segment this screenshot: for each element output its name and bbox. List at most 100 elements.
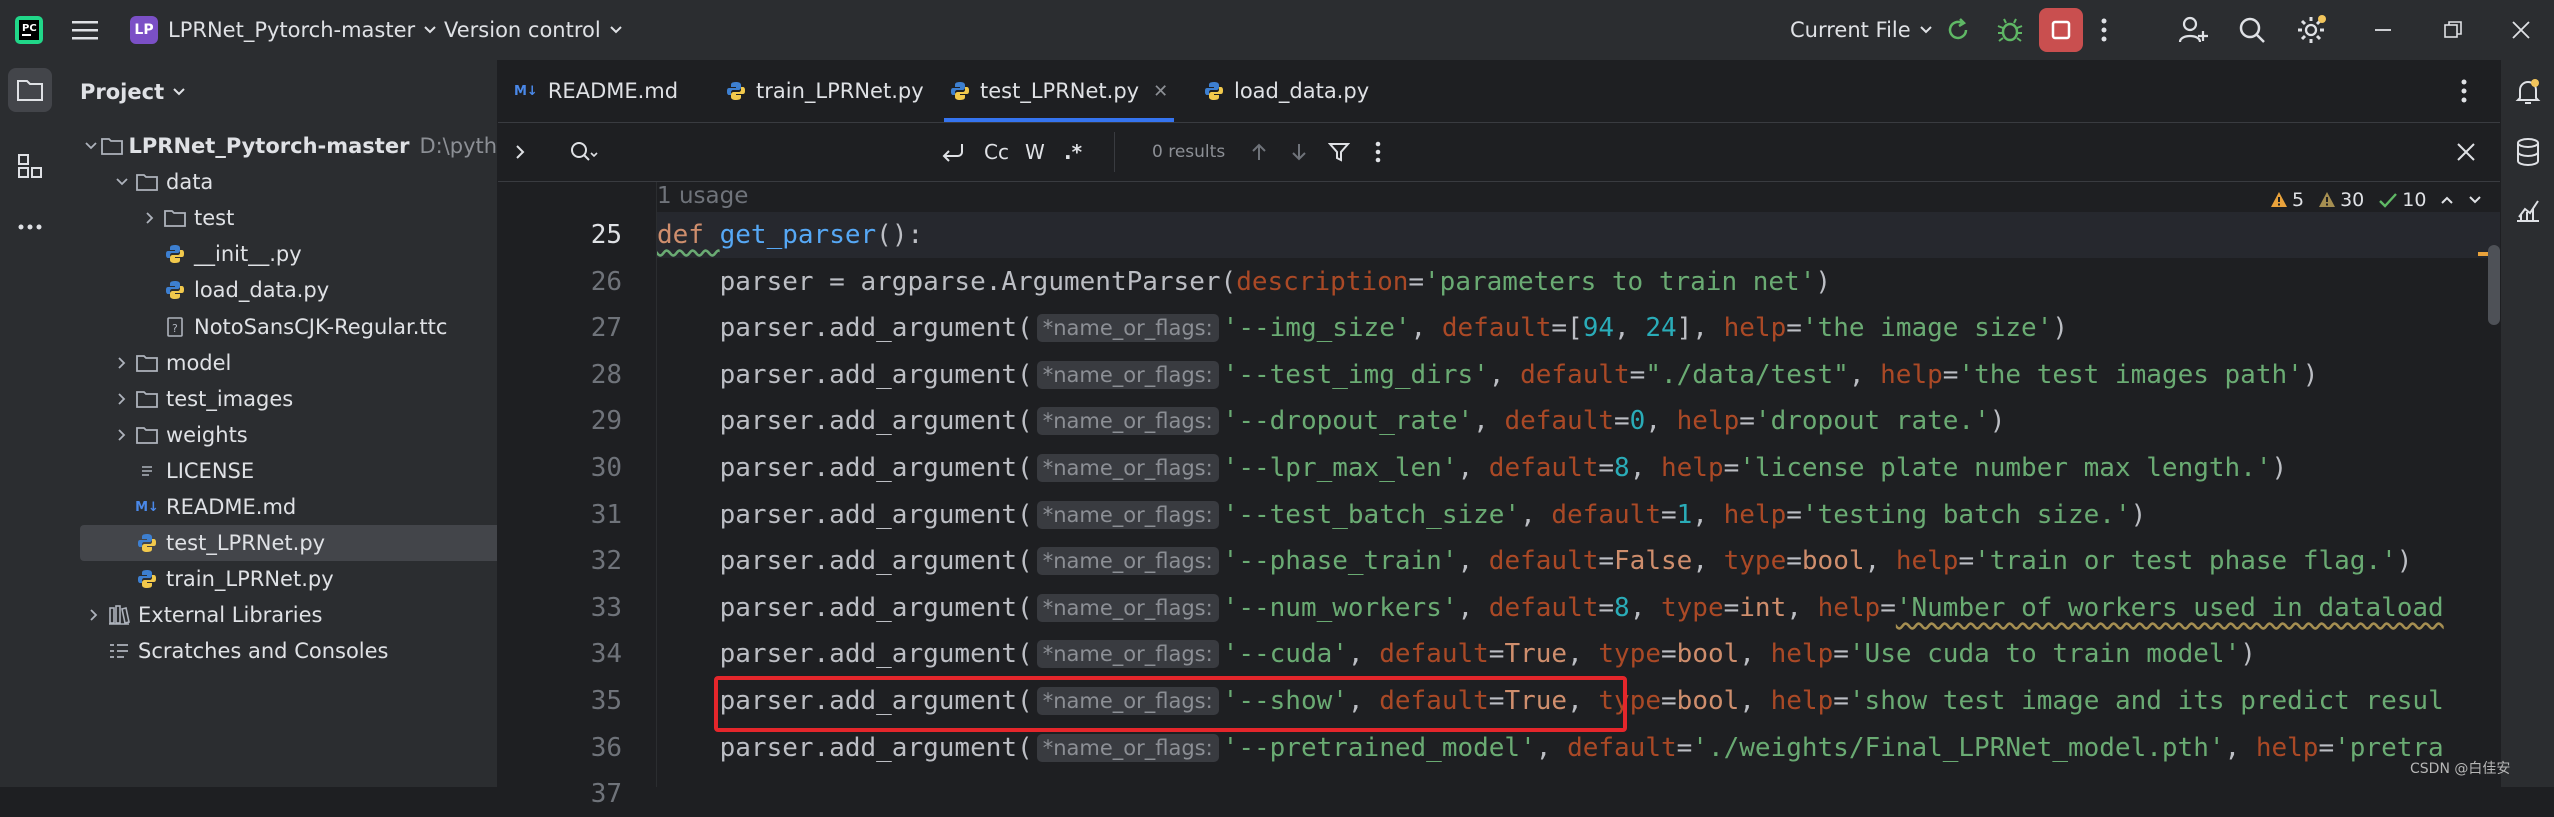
tree-item[interactable]: model bbox=[78, 345, 497, 381]
editor-scrollbar[interactable] bbox=[2488, 245, 2500, 325]
usage-hint[interactable]: 1 usage bbox=[657, 182, 748, 210]
code-line[interactable]: parser = argparse.ArgumentParser(descrip… bbox=[657, 259, 1831, 305]
chevron-down-icon[interactable] bbox=[110, 177, 134, 187]
code-token: ) bbox=[2396, 546, 2413, 577]
code-line[interactable]: parser.add_argument(*name_or_flags: '--dr… bbox=[657, 398, 2006, 444]
line-number[interactable]: 37 bbox=[591, 771, 622, 817]
debug-button[interactable] bbox=[1996, 0, 2024, 60]
tree-item[interactable]: LPRNet_Pytorch-master D:\python\L bbox=[78, 128, 497, 164]
tree-item[interactable]: Scratches and Consoles bbox=[78, 633, 497, 669]
project-switcher[interactable]: LP LPRNet_Pytorch-master bbox=[130, 0, 437, 60]
code-token: , bbox=[1629, 592, 1661, 623]
chevron-down-icon bbox=[609, 26, 622, 34]
line-number[interactable]: 34 bbox=[591, 631, 622, 677]
previous-occurrence-button[interactable] bbox=[1250, 123, 1268, 181]
more-actions-button[interactable] bbox=[2100, 0, 2108, 60]
code-line[interactable]: def get_parser (): bbox=[657, 212, 923, 258]
project-panel-header[interactable]: Project bbox=[80, 60, 186, 124]
line-number[interactable]: 31 bbox=[591, 492, 622, 538]
chevron-down-icon[interactable] bbox=[82, 141, 101, 151]
tab-readme-md[interactable]: M↓ README.md bbox=[508, 60, 684, 122]
run-config-selector[interactable]: Current File bbox=[1790, 0, 1933, 60]
inspections-widget[interactable]: 5 30 10 bbox=[2270, 182, 2496, 218]
code-line[interactable]: parser.add_argument(*name_or_flags: '--nu… bbox=[657, 585, 2444, 631]
arrow-up-icon bbox=[1252, 143, 1266, 160]
code-token: = bbox=[1598, 592, 1615, 623]
code-token: parser.add_argument( bbox=[657, 453, 1033, 483]
warning-icon bbox=[2271, 192, 2287, 207]
match-case-button[interactable]: Cc bbox=[984, 123, 1009, 181]
tree-item[interactable]: test_LPRNet.py bbox=[80, 525, 497, 562]
tab-train-lprnet-py[interactable]: train_LPRNet.py bbox=[720, 60, 930, 122]
current-line-highlight bbox=[657, 212, 2500, 258]
tree-item[interactable]: test_images bbox=[78, 381, 497, 417]
chevron-right-icon[interactable] bbox=[110, 356, 134, 370]
settings-button[interactable] bbox=[2296, 0, 2328, 60]
rerun-button[interactable] bbox=[1944, 0, 1972, 60]
tree-item[interactable]: ? NotoSansCJK-Regular.ttc bbox=[78, 309, 497, 345]
tab-test-lprnet-py[interactable]: test_LPRNet.py ✕ bbox=[944, 60, 1175, 122]
regex-button[interactable]: .* bbox=[1064, 123, 1082, 181]
code-token: parser.add_argument( bbox=[657, 359, 1033, 390]
expand-replace-button[interactable] bbox=[514, 123, 526, 181]
chevron-right-icon[interactable] bbox=[110, 428, 134, 442]
tree-item[interactable]: __init__.py bbox=[78, 236, 497, 272]
project-tool-button[interactable] bbox=[8, 68, 52, 112]
close-tab-icon[interactable]: ✕ bbox=[1153, 81, 1168, 102]
code-line[interactable]: parser.add_argument(*name_or_flags: '--ph… bbox=[657, 538, 2413, 584]
tree-item[interactable]: External Libraries bbox=[78, 597, 497, 633]
restore-button[interactable] bbox=[2444, 0, 2462, 60]
close-window-button[interactable] bbox=[2512, 0, 2530, 60]
line-number[interactable]: 36 bbox=[591, 725, 622, 771]
tree-item[interactable]: test bbox=[78, 200, 497, 236]
chevron-right-icon[interactable] bbox=[110, 392, 134, 406]
line-number[interactable]: 25 bbox=[591, 212, 622, 258]
tree-item[interactable]: M↓ README.md bbox=[78, 489, 497, 525]
minimize-button[interactable] bbox=[2374, 0, 2392, 60]
line-number[interactable]: 30 bbox=[591, 445, 622, 491]
line-number-gutter: 25 26 27 28 29 30 31 32 33 34 35 36 37 bbox=[498, 182, 657, 809]
line-number[interactable]: 26 bbox=[591, 259, 622, 305]
search-everywhere-button[interactable] bbox=[2238, 0, 2266, 60]
whole-words-button[interactable]: W bbox=[1025, 123, 1045, 181]
code-line[interactable]: parser.add_argument(*name_or_flags: '--te… bbox=[657, 492, 2147, 538]
database-button[interactable] bbox=[2506, 130, 2550, 174]
previous-problem-button[interactable] bbox=[2440, 195, 2454, 205]
preserve-newlines-button[interactable] bbox=[940, 123, 966, 181]
tab-options-button[interactable] bbox=[2460, 60, 2468, 122]
line-number[interactable]: 27 bbox=[591, 305, 622, 351]
chevron-right-icon[interactable] bbox=[138, 211, 162, 225]
more-tools-button[interactable] bbox=[8, 205, 52, 249]
code-line[interactable]: parser.add_argument(*name_or_flags: '--lp… bbox=[657, 445, 2288, 491]
line-number[interactable]: 29 bbox=[591, 398, 622, 444]
next-problem-button[interactable] bbox=[2468, 195, 2482, 205]
main-menu-button[interactable] bbox=[72, 0, 98, 60]
line-number[interactable]: 33 bbox=[591, 585, 622, 631]
app-logo-icon[interactable]: PC bbox=[14, 0, 44, 60]
search-options-button[interactable] bbox=[1374, 123, 1382, 181]
structure-tool-button[interactable] bbox=[8, 144, 52, 188]
version-control-menu[interactable]: Version control bbox=[444, 0, 623, 60]
tree-item[interactable]: train_LPRNet.py bbox=[78, 561, 497, 597]
next-occurrence-button[interactable] bbox=[1290, 123, 1308, 181]
notifications-button[interactable] bbox=[2506, 70, 2550, 114]
tree-item[interactable]: weights bbox=[78, 417, 497, 453]
search-results-count: 0 results bbox=[1152, 142, 1226, 162]
code-with-me-button[interactable] bbox=[2178, 0, 2208, 60]
tree-item-label: train_LPRNet.py bbox=[166, 567, 334, 592]
filter-button[interactable] bbox=[1328, 123, 1350, 181]
code-line[interactable]: parser.add_argument(*name_or_flags: '--te… bbox=[657, 352, 2319, 398]
tree-item[interactable]: LICENSE bbox=[78, 453, 497, 489]
sciview-button[interactable] bbox=[2506, 188, 2550, 232]
stop-button[interactable] bbox=[2039, 0, 2083, 60]
tree-item[interactable]: data bbox=[78, 164, 497, 200]
line-number[interactable]: 32 bbox=[591, 538, 622, 584]
chevron-right-icon[interactable] bbox=[82, 608, 106, 622]
code-line[interactable]: parser.add_argument(*name_or_flags: '--im… bbox=[657, 305, 2068, 351]
tree-item[interactable]: load_data.py bbox=[78, 272, 497, 308]
code-line[interactable]: parser.add_argument(*name_or_flags: '--cu… bbox=[657, 631, 2256, 677]
line-number[interactable]: 28 bbox=[591, 352, 622, 398]
line-number[interactable]: 35 bbox=[591, 678, 622, 724]
close-search-button[interactable] bbox=[2456, 123, 2476, 181]
tab-load-data-py[interactable]: load_data.py bbox=[1198, 60, 1375, 122]
